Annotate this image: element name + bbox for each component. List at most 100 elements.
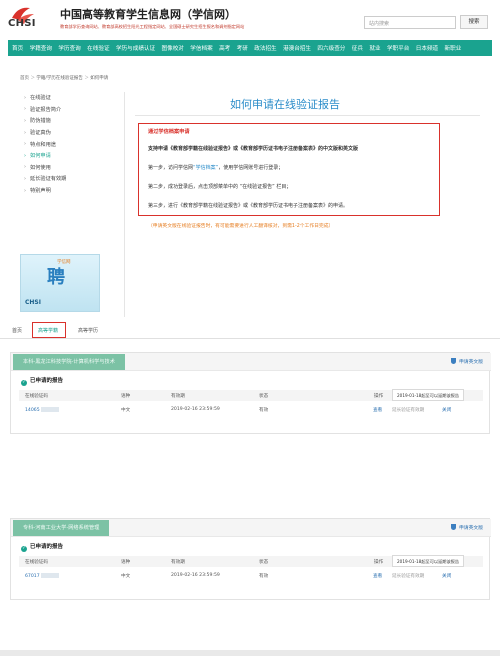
column-header: 有效期 (171, 560, 185, 565)
sidebar-item-statement[interactable]: › 特别声明 (18, 185, 122, 197)
apply-english-label: 申请英文版 (459, 360, 483, 365)
chevron-right-icon: › (24, 106, 26, 113)
nav-item[interactable]: 图像校对 (162, 44, 184, 52)
extend-validity-link[interactable]: 延长验证有效期 (392, 573, 424, 579)
nav-item[interactable]: 首页 (12, 44, 23, 52)
column-header: 有效期 (171, 394, 185, 399)
sidebar-item-how-to-apply[interactable]: › 如何申请 (18, 150, 122, 162)
apply-english-label: 申请英文版 (459, 526, 483, 531)
sidebar-item-features[interactable]: › 特点和用途 (18, 138, 122, 150)
nav-item[interactable]: 四六级查分 (317, 44, 345, 52)
tab-higher-degree[interactable]: 高等学历 (78, 327, 98, 334)
site-header: CHSI 中国高等教育学生信息网（学信网） 教育部学历查询网站、教育部高校招生阳… (0, 0, 500, 40)
sidebar-item-label: 特别声明 (30, 188, 51, 195)
nav-item[interactable]: 港澳台招生 (283, 44, 311, 52)
enrollment-record-card: 本科-黑龙江科技学院-计算机科学与技术 申请英文版 ✓ 已申请的报告 在线验证码 … (10, 352, 491, 434)
nav-item[interactable]: 学籍查询 (30, 44, 52, 52)
sidebar-item-extend-validity[interactable]: › 延长验证有效期 (18, 173, 122, 185)
nav-item[interactable]: 新职业 (445, 44, 462, 52)
nav-item[interactable]: 就业 (369, 44, 380, 52)
box-heading: 通过学信档案申请 (148, 129, 190, 135)
sidebar-item-verify-authenticity[interactable]: › 验证真伪 (18, 127, 122, 139)
sidebar-item-online-verify[interactable]: › 在线验证 (18, 92, 122, 104)
card-header: 本科-黑龙江科技学院-计算机科学与技术 申请英文版 (11, 353, 491, 371)
nav-item[interactable]: 考研 (237, 44, 248, 52)
shield-icon (451, 358, 456, 364)
section-title: ✓ 已申请的报告 (21, 376, 63, 386)
check-circle-icon: ✓ (21, 546, 27, 552)
breadcrumb: 首页 ＞ 学籍/学历在线验证报告 ＞ 如何申请 (20, 75, 108, 81)
site-title: 中国高等教育学生信息网（学信网） (60, 8, 236, 21)
xuexin-archive-link[interactable]: “学信档案” (193, 165, 218, 171)
logo-text: CHSI (8, 18, 36, 29)
language-cell: 中文 (121, 574, 131, 579)
card-header: 专科-河南工业大学-网络系统管理 申请英文版 (11, 519, 491, 537)
sidebar-item-label: 验证真伪 (30, 130, 51, 137)
breadcrumb-parent[interactable]: 学籍/学历在线验证报告 (36, 76, 83, 81)
column-header: 语种 (121, 394, 131, 399)
chevron-right-icon: › (24, 164, 26, 171)
active-tab-highlight (32, 322, 66, 338)
extend-validity-link[interactable]: 延长验证有效期 (392, 407, 424, 413)
nav-item[interactable]: 高考 (219, 44, 230, 52)
bottom-scrollbar[interactable] (0, 650, 500, 656)
nav-item[interactable]: 日本频道 (416, 44, 438, 52)
column-header: 操作 (374, 394, 384, 399)
shield-icon (451, 524, 456, 530)
nav-item[interactable]: 学历与成绩认证 (116, 44, 155, 52)
sidebar-item-report-intro[interactable]: › 验证报告简介 (18, 104, 122, 116)
sidebar-item-anti-fake[interactable]: › 防伪措施 (18, 115, 122, 127)
sidebar-item-label: 延长验证有效期 (30, 176, 67, 183)
redacted-block (40, 407, 59, 412)
breadcrumb-home[interactable]: 首页 (20, 76, 29, 81)
apply-english-button[interactable]: 申请英文版 (451, 358, 483, 365)
column-header: 在线验证码 (25, 394, 48, 399)
chevron-right-icon: › (24, 129, 26, 136)
tab-home[interactable]: 首页 (12, 327, 22, 334)
step-1-text: 第一步，访问学信网 (148, 165, 194, 171)
enrollment-record-card: 专科-河南工业大学-网络系统管理 申请英文版 ✓ 已申请的报告 在线验证码 语种 … (10, 518, 491, 600)
section-title: ✓ 已申请的报告 (21, 542, 63, 552)
nav-item[interactable]: 学历查询 (58, 44, 80, 52)
step-2: 第二步，成功登录后，点击顶部菜单中的 “在线验证报告” 栏目； (148, 184, 292, 190)
status-cell: 有效 (259, 408, 269, 413)
verification-code[interactable]: 14065 (25, 407, 59, 413)
search-button[interactable]: 搜索 (460, 15, 488, 29)
chevron-right-icon: › (24, 94, 26, 101)
step-1: 第一步，访问学信网“学信档案”，使用学信网账号进行登录； (148, 164, 283, 171)
translation-note: （申请英文版在线验证报告时，有可能需要进行人工翻译核对，到需1-2个工作日完成） (148, 224, 334, 229)
verification-code[interactable]: 67017 (25, 573, 59, 579)
column-header: 在线验证码 (25, 560, 48, 565)
expiry-cell: 2019-02-16 23:59:59 (171, 407, 220, 412)
site-subtitle: 教育部学历查询网站、教育部高校招生阳光工程指定网站、全国硕士研究生招生报名和调剂… (60, 24, 245, 29)
close-report-link[interactable]: 关闭 (442, 573, 451, 579)
view-report-link[interactable]: 查看 (373, 573, 382, 579)
sidebar-item-label: 防伪措施 (30, 118, 51, 125)
column-header: 语种 (121, 560, 131, 565)
nav-item[interactable]: 征兵 (352, 44, 363, 52)
column-header: 状态 (259, 560, 269, 565)
recruitment-banner[interactable]: 学信网 聘 CHSI (20, 254, 100, 312)
page-title: 如何申请在线验证报告 (230, 98, 340, 111)
title-divider (135, 115, 480, 116)
status-cell: 有效 (259, 574, 269, 579)
nav-item[interactable]: 学信档案 (190, 44, 212, 52)
nav-item[interactable]: 在线验证 (87, 44, 109, 52)
breadcrumb-current: 如何申请 (90, 76, 109, 81)
chevron-right-icon: › (24, 117, 26, 124)
view-report-link[interactable]: 查看 (373, 407, 382, 413)
record-tabs: 首页 高等学籍 高等学历 (0, 323, 500, 339)
nav-item[interactable]: 政法招生 (254, 44, 276, 52)
apply-english-button[interactable]: 申请英文版 (451, 524, 483, 531)
sidebar-item-label: 特点和用途 (30, 141, 56, 148)
extension-tooltip: 2019-01-18起至可以延期该报告 (392, 389, 465, 401)
redacted-block (40, 573, 59, 578)
search-input[interactable]: 站内搜索 (364, 16, 456, 29)
chevron-right-icon: › (24, 187, 26, 194)
chevron-right-icon: › (24, 175, 26, 182)
close-report-link[interactable]: 关闭 (442, 407, 451, 413)
chevron-right-icon: › (24, 152, 26, 159)
nav-item[interactable]: 学职平台 (387, 44, 409, 52)
main-nav: 首页 学籍查询 学历查询 在线验证 学历与成绩认证 图像校对 学信档案 高考 考… (8, 40, 492, 56)
sidebar-item-how-to-use[interactable]: › 如何使用 (18, 162, 122, 174)
